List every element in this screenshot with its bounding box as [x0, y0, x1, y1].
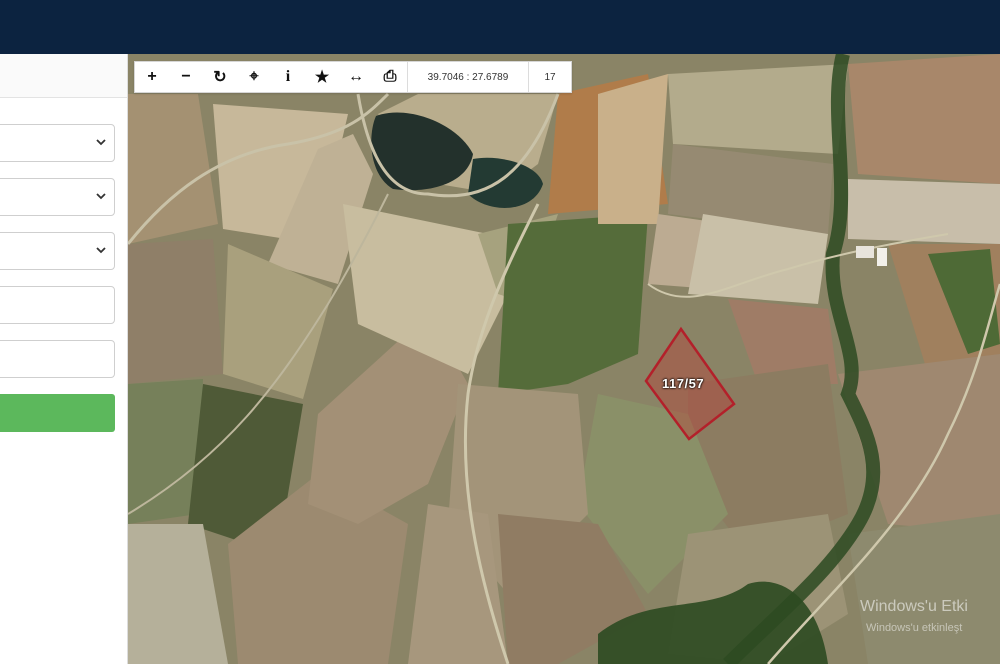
coordinate-readout: 39.7046 : 27.6789: [427, 71, 509, 83]
chevron-down-icon: [96, 139, 106, 146]
block-input[interactable]: [0, 286, 115, 324]
neighborhood-select[interactable]: [0, 232, 115, 270]
activation-watermark: Windows'u Etki: [860, 598, 968, 615]
top-navbar: [0, 0, 1000, 54]
parcel-label: 117/57: [662, 376, 705, 391]
refresh-icon[interactable]: ↻: [203, 62, 237, 92]
star-icon[interactable]: ★: [305, 62, 339, 92]
district-select[interactable]: [0, 178, 115, 216]
map-view[interactable]: [128, 54, 1000, 664]
plus-icon[interactable]: +: [135, 62, 169, 92]
zoom-level: 17: [544, 71, 556, 83]
minus-icon[interactable]: −: [169, 62, 203, 92]
map-toolbar: + − ↻ ⌖ i ★ ↔ ⎙ 39.7046 : 27.6789 17: [134, 61, 572, 93]
province-select[interactable]: [0, 124, 115, 162]
sidebar-panel: [0, 54, 128, 664]
activation-watermark-subtext: Windows'u etkinleşt: [866, 622, 963, 634]
crosshair-icon[interactable]: ⌖: [237, 62, 271, 92]
satellite-imagery: [128, 54, 1000, 664]
sidebar-header: [0, 54, 127, 98]
chevron-down-icon: [96, 193, 106, 200]
info-icon[interactable]: i: [271, 62, 305, 92]
print-icon[interactable]: ⎙: [373, 62, 407, 92]
parcel-input[interactable]: [0, 340, 115, 378]
chevron-down-icon: [96, 247, 106, 254]
measure-icon[interactable]: ↔: [339, 62, 373, 92]
query-button[interactable]: [0, 394, 115, 432]
